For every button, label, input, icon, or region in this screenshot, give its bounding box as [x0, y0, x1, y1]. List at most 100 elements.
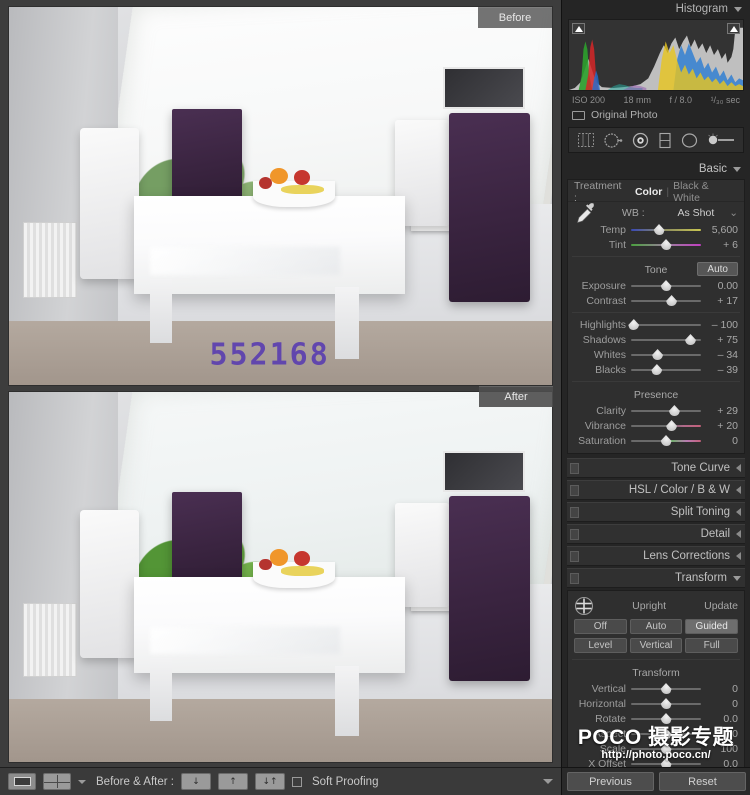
slider-value[interactable]: 0.0 [706, 713, 738, 725]
graduated-filter-tool[interactable] [658, 132, 672, 149]
slider-track[interactable] [631, 224, 701, 235]
slider-value[interactable]: 0.00 [706, 280, 738, 292]
slider-track[interactable] [631, 713, 701, 724]
eyedropper-icon[interactable] [574, 201, 600, 225]
slider-track[interactable] [631, 239, 701, 250]
original-photo-row[interactable]: Original Photo [567, 108, 745, 127]
upright-level-button[interactable]: Level [574, 638, 627, 653]
panel-switch-icon[interactable] [570, 462, 579, 474]
upright-update-button[interactable]: Update [704, 600, 738, 612]
red-eye-correction-tool[interactable] [631, 132, 650, 149]
panel-detail[interactable]: Detail [567, 524, 745, 544]
slider-knob[interactable] [660, 683, 672, 694]
slider-temp[interactable]: Temp 5,600 [568, 222, 744, 237]
basic-panel-header[interactable]: Basic [567, 159, 745, 179]
panel-switch-icon[interactable] [570, 550, 579, 562]
before-after-split-icon[interactable] [43, 773, 71, 790]
spot-removal-tool[interactable] [603, 132, 623, 149]
chevron-left-icon[interactable] [736, 464, 741, 472]
upright-vertical-button[interactable]: Vertical [629, 638, 683, 653]
slider-knob[interactable] [666, 295, 678, 306]
panel-lens-corrections[interactable]: Lens Corrections [567, 546, 745, 566]
histogram-graph[interactable] [568, 19, 744, 91]
upright-auto-button[interactable]: Auto [629, 619, 683, 634]
shadow-clipping-icon[interactable] [572, 23, 585, 34]
reset-button[interactable]: Reset [659, 772, 746, 791]
after-photo[interactable] [8, 391, 553, 763]
upright-move-icon[interactable] [574, 596, 594, 616]
copy-after-settings-button[interactable]: ↑ [217, 773, 248, 790]
slider-knob[interactable] [651, 364, 663, 375]
before-photo[interactable]: 552168 Before [8, 6, 553, 386]
slider-vibrance[interactable]: Vibrance + 20 [568, 418, 744, 433]
slider-tint[interactable]: Tint + 6 [568, 237, 744, 252]
histogram-header[interactable]: Histogram [567, 0, 745, 18]
slider-highlights[interactable]: Highlights – 100 [568, 317, 744, 332]
panel-switch-icon[interactable] [570, 506, 579, 518]
panel-hsl-color-bw[interactable]: HSL / Color / B & W [567, 480, 745, 500]
slider-track[interactable] [631, 435, 701, 446]
loupe-view-icon[interactable] [8, 773, 36, 790]
slider-value[interactable]: + 6 [706, 239, 738, 251]
slider-vertical[interactable]: Vertical 0 [568, 681, 744, 696]
radial-filter-tool[interactable] [680, 132, 699, 149]
copy-before-settings-button[interactable]: ↓ [180, 773, 211, 790]
chevron-down-icon[interactable] [733, 166, 741, 172]
slider-knob[interactable] [660, 743, 672, 754]
slider-knob[interactable] [668, 405, 680, 416]
chevron-down-icon[interactable] [733, 575, 741, 581]
swap-before-after-button[interactable]: ↓↑ [254, 773, 285, 790]
panel-switch-icon[interactable] [570, 484, 579, 496]
slider-value[interactable]: + 29 [706, 405, 738, 417]
slider-track[interactable] [631, 280, 701, 291]
slider-track[interactable] [631, 295, 701, 306]
slider-value[interactable]: 0 [706, 698, 738, 710]
slider-knob[interactable] [660, 239, 672, 250]
chevron-down-icon[interactable] [734, 6, 742, 12]
slider-knob[interactable] [660, 713, 672, 724]
slider-track[interactable] [631, 420, 701, 431]
wb-dropdown-icon[interactable]: ⌄ [729, 207, 738, 219]
panel-split-toning[interactable]: Split Toning [567, 502, 745, 522]
slider-knob[interactable] [666, 420, 678, 431]
slider-horizontal[interactable]: Horizontal 0 [568, 696, 744, 711]
slider-track[interactable] [631, 405, 701, 416]
upright-full-button[interactable]: Full [685, 638, 739, 653]
slider-value[interactable]: 100 [706, 743, 738, 755]
slider-knob[interactable] [660, 728, 672, 739]
slider-value[interactable]: + 17 [706, 295, 738, 307]
slider-knob[interactable] [660, 698, 672, 709]
slider-knob[interactable] [652, 349, 664, 360]
slider-scale[interactable]: Scale 100 [568, 741, 744, 756]
upright-guided-button[interactable]: Guided [685, 619, 739, 634]
panel-switch-icon[interactable] [570, 528, 579, 540]
auto-tone-button[interactable]: Auto [697, 262, 738, 276]
treatment-option-color[interactable]: Color [635, 186, 662, 198]
slider-knob[interactable] [660, 280, 672, 291]
highlight-clipping-icon[interactable] [727, 23, 740, 34]
soft-proofing-checkbox[interactable] [291, 776, 302, 787]
slider-value[interactable]: – 39 [706, 364, 738, 376]
slider-blacks[interactable]: Blacks – 39 [568, 362, 744, 377]
chevron-left-icon[interactable] [736, 486, 741, 494]
treatment-option-black-and-white[interactable]: Black & White [673, 180, 738, 204]
slider-saturation[interactable]: Saturation 0 [568, 433, 744, 448]
slider-track[interactable] [631, 698, 701, 709]
adjustment-brush-tool[interactable] [707, 132, 735, 148]
slider-aspect[interactable]: Aspect 0 [568, 726, 744, 741]
slider-track[interactable] [631, 743, 701, 754]
crop-overlay-tool[interactable] [577, 132, 595, 148]
before-after-viewer[interactable]: 552168 Before [0, 0, 561, 767]
upright-off-button[interactable]: Off [574, 619, 627, 634]
slider-rotate[interactable]: Rotate 0.0 [568, 711, 744, 726]
slider-track[interactable] [631, 364, 701, 375]
slider-value[interactable]: 0 [706, 728, 738, 740]
toolbar-chevron-down-icon[interactable] [543, 779, 553, 784]
slider-shadows[interactable]: Shadows + 75 [568, 332, 744, 347]
panel-tone-curve[interactable]: Tone Curve [567, 458, 745, 478]
slider-knob[interactable] [685, 334, 696, 345]
chevron-left-icon[interactable] [736, 552, 741, 560]
slider-exposure[interactable]: Exposure 0.00 [568, 278, 744, 293]
slider-value[interactable]: 0 [706, 683, 738, 695]
chevron-left-icon[interactable] [736, 508, 741, 516]
